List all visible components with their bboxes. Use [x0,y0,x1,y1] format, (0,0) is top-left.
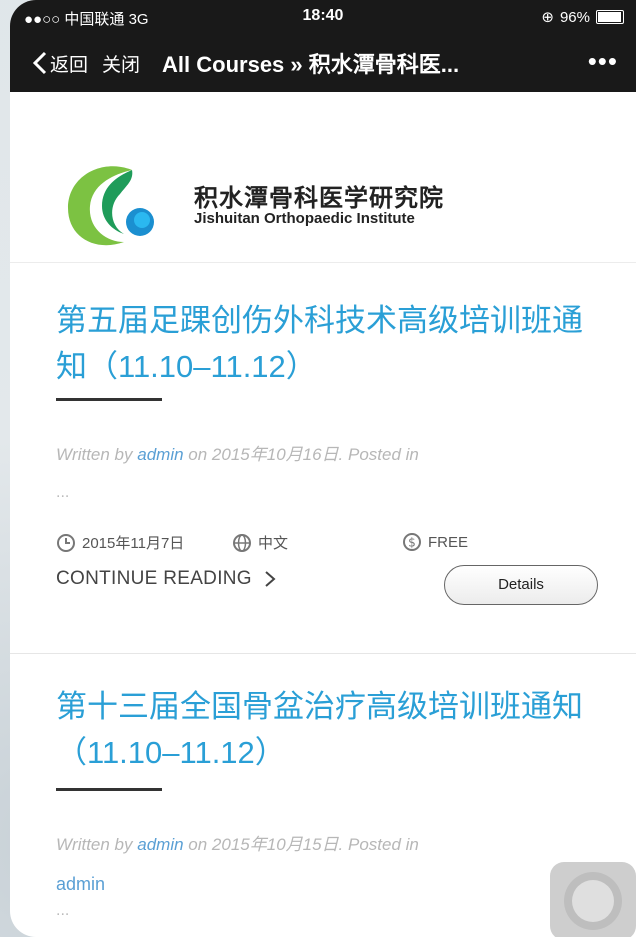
institute-logo-icon[interactable] [62,162,158,250]
globe-icon [233,533,251,552]
post-excerpt: ... [56,902,70,919]
details-button[interactable]: Details [444,565,598,605]
course-price-value: FREE [428,533,469,551]
dollar-icon: $ [403,533,421,551]
assistive-touch-button[interactable] [550,862,636,937]
meta-suffix: on 2015年10月15日. Posted in [183,835,419,854]
meta-prefix: Written by [56,445,138,464]
clock-icon [57,533,75,552]
meta-prefix: Written by [56,835,138,854]
nav-bar: 返回 关闭 All Courses » 积水潭骨科医... ••• [10,34,636,92]
course-date-value: 2015年11月7日 [82,535,185,552]
course-price: $ FREE [402,532,468,552]
institute-name-cn: 积水潭骨科医学研究院 [194,185,444,212]
course-language: 中文 [232,532,288,553]
post-meta: Written by admin on 2015年10月15日. Posted … [56,830,419,855]
chevron-left-icon [32,51,47,75]
page-content: 积水潭骨科医学研究院 Jishuitan Orthopaedic Institu… [10,92,636,937]
author-link[interactable]: admin [137,445,183,464]
status-right: ⊕ 96% [541,8,624,26]
category-link[interactable]: admin [56,874,105,894]
back-button[interactable]: 返回 [32,50,88,77]
post-divider [10,653,636,654]
battery-icon [596,10,624,24]
continue-reading-link[interactable]: CONTINUE READING [56,568,276,590]
title-underline [56,398,162,401]
post-title-link[interactable]: 第五届足踝创伤外科技术高级培训班通知（11.10–11.12） [56,298,596,390]
phone-screen: ●●○○ 中国联通 3G 18:40 ⊕ 96% 返回 关闭 All Cours… [10,0,636,937]
svg-text:$: $ [408,536,416,550]
chevron-right-icon [265,571,276,587]
course-date: 2015年11月7日 [56,532,184,553]
course-language-value: 中文 [258,535,289,552]
site-header: 积水潭骨科医学研究院 Jishuitan Orthopaedic Institu… [10,92,636,263]
author-link[interactable]: admin [137,835,183,854]
battery-fill [598,12,621,22]
institute-name-en: Jishuitan Orthopaedic Institute [194,210,415,227]
post-meta: Written by admin on 2015年10月16日. Posted … [56,440,419,465]
continue-reading-label: CONTINUE READING [56,568,252,589]
post-excerpt: ... [56,484,70,501]
title-underline [56,788,162,791]
back-label: 返回 [50,54,89,76]
meta-suffix: on 2015年10月16日. Posted in [183,445,419,464]
battery-percent: 96% [559,8,590,26]
post-category: admin [56,874,105,895]
more-menu-button[interactable]: ••• [588,46,618,77]
assistive-touch-dot [572,880,614,922]
status-bar: ●●○○ 中国联通 3G 18:40 ⊕ 96% [10,0,636,34]
post-title-link[interactable]: 第十三届全国骨盆治疗高级培训班通知（11.10–11.12） [56,684,596,776]
close-button[interactable]: 关闭 [102,50,140,77]
page-title: All Courses » 积水潭骨科医... [162,52,460,77]
orientation-lock-icon: ⊕ [541,9,554,26]
